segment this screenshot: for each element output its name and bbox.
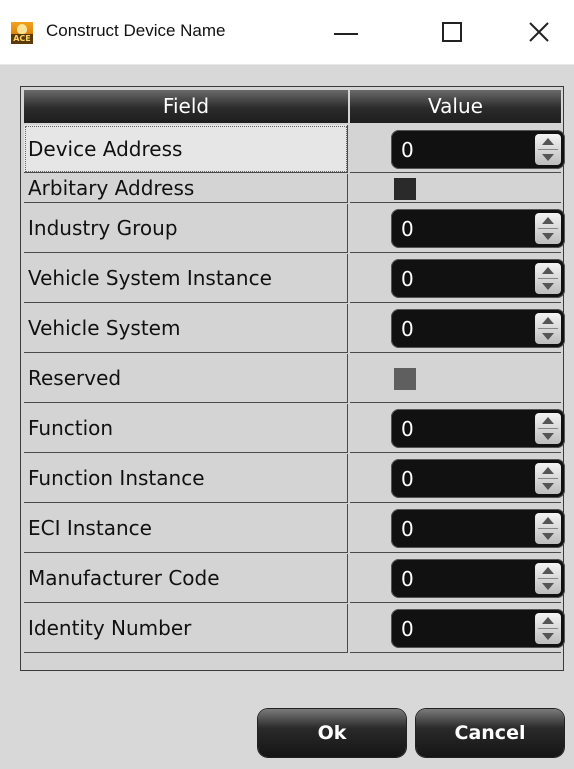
value-cell: 0	[350, 125, 565, 173]
column-header-field: Field	[24, 90, 348, 123]
value-cell: 0	[350, 504, 565, 553]
value-spinbox[interactable]: 0	[391, 209, 565, 248]
spinbox-value[interactable]: 0	[401, 317, 414, 341]
grid-row[interactable]: Industry Group 0	[24, 204, 565, 253]
field-label: ECI Instance	[24, 504, 348, 553]
grid-row[interactable]: Function 0	[24, 404, 565, 453]
window-title: Construct Device Name	[46, 21, 226, 40]
cancel-button[interactable]: Cancel	[416, 709, 564, 757]
value-cell: 0	[350, 304, 565, 353]
value-spinbox[interactable]: 0	[391, 309, 565, 348]
spinbox-value[interactable]: 0	[401, 567, 414, 591]
close-button[interactable]	[517, 12, 563, 52]
spinbox-value[interactable]: 0	[401, 517, 414, 541]
column-header-value: Value	[350, 90, 561, 123]
grid-row[interactable]: Arbitary Address	[24, 174, 561, 203]
up-down-arrows-icon[interactable]	[535, 213, 561, 244]
value-spinbox[interactable]: 0	[391, 459, 565, 498]
value-spinbox[interactable]: 0	[391, 409, 565, 448]
grid-row[interactable]: Vehicle System 0	[24, 304, 565, 353]
field-label: Manufacturer Code	[24, 554, 348, 603]
value-cell: 0	[350, 454, 565, 503]
spinbox-value[interactable]: 0	[401, 267, 414, 291]
value-spinbox[interactable]: 0	[391, 559, 565, 598]
value-cell	[350, 174, 561, 203]
grid-row[interactable]: Function Instance 0	[24, 454, 565, 503]
property-grid: Field Value Device Address 0 Arbitary Addr…	[20, 86, 565, 671]
up-down-arrows-icon[interactable]	[535, 463, 561, 494]
minimize-button[interactable]	[323, 12, 369, 52]
up-down-arrows-icon[interactable]	[535, 134, 561, 165]
spinbox-value[interactable]: 0	[401, 417, 414, 441]
up-down-arrows-icon[interactable]	[535, 613, 561, 644]
maximize-button[interactable]	[427, 12, 473, 52]
value-checkbox	[394, 368, 416, 390]
app-logo-text: ACE	[11, 34, 33, 44]
field-label: Arbitary Address	[24, 174, 348, 203]
field-label: Vehicle System	[24, 304, 348, 353]
grid-row[interactable]: Identity Number 0	[24, 604, 565, 653]
spinbox-value[interactable]: 0	[401, 617, 414, 641]
up-down-arrows-icon[interactable]	[535, 563, 561, 594]
value-cell: 0	[350, 554, 565, 603]
spinbox-value[interactable]: 0	[401, 467, 414, 491]
field-label: Function Instance	[24, 454, 348, 503]
up-down-arrows-icon[interactable]	[535, 263, 561, 294]
grid-row[interactable]: ECI Instance 0	[24, 504, 565, 553]
value-cell	[350, 354, 561, 403]
value-spinbox[interactable]: 0	[391, 130, 565, 169]
close-icon	[529, 22, 549, 42]
grid-row[interactable]: Reserved	[24, 354, 561, 403]
field-label: Vehicle System Instance	[24, 254, 348, 303]
value-spinbox[interactable]: 0	[391, 609, 565, 648]
up-down-arrows-icon[interactable]	[535, 513, 561, 544]
value-spinbox[interactable]: 0	[391, 259, 565, 298]
field-label: Reserved	[24, 354, 348, 403]
field-label: Function	[24, 404, 348, 453]
ok-button[interactable]: Ok	[258, 709, 406, 757]
grid-row[interactable]: Manufacturer Code 0	[24, 554, 565, 603]
spinbox-value[interactable]: 0	[401, 217, 414, 241]
value-checkbox[interactable]	[394, 178, 416, 200]
grid-row[interactable]: Vehicle System Instance 0	[24, 254, 565, 303]
value-cell: 0	[350, 604, 565, 653]
value-cell: 0	[350, 404, 565, 453]
spinbox-value[interactable]: 0	[401, 138, 414, 162]
value-spinbox[interactable]: 0	[391, 509, 565, 548]
value-cell: 0	[350, 204, 565, 253]
field-label: Device Address	[24, 125, 348, 173]
up-down-arrows-icon[interactable]	[535, 413, 561, 444]
field-label: Identity Number	[24, 604, 348, 653]
value-cell: 0	[350, 254, 565, 303]
grid-row[interactable]: Device Address 0	[24, 125, 565, 173]
up-down-arrows-icon[interactable]	[535, 313, 561, 344]
app-logo-icon: ACE	[11, 22, 33, 44]
title-bar: ACE Construct Device Name	[0, 0, 574, 65]
field-label: Industry Group	[24, 204, 348, 253]
